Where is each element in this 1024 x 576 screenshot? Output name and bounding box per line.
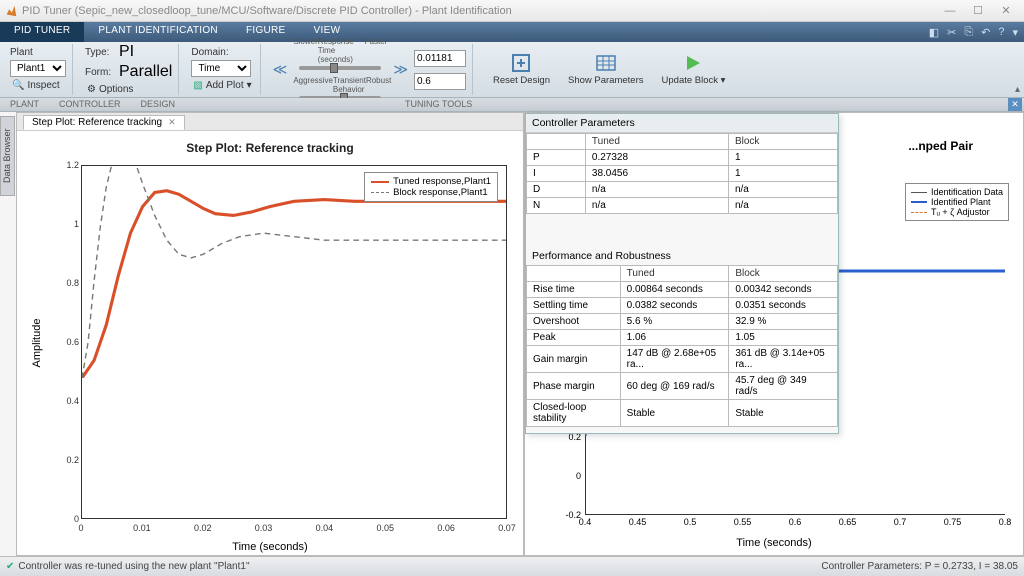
panel-close-icon[interactable]: ✕ [1008, 98, 1022, 111]
rewind-icon[interactable]: ≪ [273, 61, 288, 78]
table-row: Peak1.061.05 [527, 330, 838, 346]
close-button[interactable]: ✕ [992, 4, 1020, 17]
gear-icon: ⚙ [87, 84, 96, 95]
chart-legend: Tuned response,Plant1 Block response,Pla… [364, 172, 498, 202]
undo-icon[interactable]: ↶ [981, 26, 990, 39]
bg-chart-legend: Identification Data Identified Plant Tᵤ … [905, 183, 1009, 221]
response-time-input[interactable] [414, 50, 466, 67]
controller-parameters-panel: Controller Parameters TunedBlock P0.2732… [525, 113, 839, 434]
quick-access-icon[interactable]: ◧ [929, 26, 939, 39]
table-row: Phase margin60 deg @ 169 rad/s45.7 deg @… [527, 373, 838, 400]
table-row: Dn/an/a [527, 182, 838, 198]
table-row: Closed-loop stabilityStableStable [527, 400, 838, 427]
transient-behavior-input[interactable] [414, 73, 466, 90]
options-button[interactable]: ⚙Options [85, 83, 172, 96]
reset-icon [510, 52, 532, 74]
status-message: Controller was re-tuned using the new pl… [18, 561, 249, 572]
table-row: Settling time0.0382 seconds0.0351 second… [527, 298, 838, 314]
step-plot-chart[interactable]: Step Plot: Reference tracking 00.20.40.6… [17, 131, 523, 555]
reset-design-button[interactable]: Reset Design [485, 44, 558, 95]
data-browser-tab[interactable]: Data Browser [0, 116, 15, 196]
minimize-button[interactable]: — [936, 5, 964, 17]
x-axis-label: Time (seconds) [232, 541, 307, 553]
params-table: TunedBlock P0.273281I38.04561Dn/an/aNn/a… [526, 133, 838, 214]
table-row: Overshoot5.6 %32.9 % [527, 314, 838, 330]
table-row: Rise time0.00864 seconds0.00342 seconds [527, 282, 838, 298]
bg-x-axis-label: Time (seconds) [736, 537, 811, 549]
collapse-ribbon-icon[interactable]: ▴ [1015, 84, 1020, 95]
identification-panel: ...nped Pair Identification Data Identif… [524, 112, 1024, 556]
plant-select[interactable]: Plant1 [10, 60, 66, 77]
window-title: PID Tuner (Sepic_new_closedloop_tune/MCU… [22, 5, 936, 17]
update-block-button[interactable]: Update Block ▾ [654, 44, 734, 95]
domain-select[interactable]: Time [191, 60, 251, 77]
table-row: Nn/an/a [527, 198, 838, 214]
status-right: Controller Parameters: P = 0.2733, I = 3… [821, 561, 1018, 572]
show-parameters-button[interactable]: Show Parameters [560, 44, 652, 95]
bg-chart-title: ...nped Pair [908, 139, 973, 153]
params-title: Controller Parameters [526, 114, 838, 133]
matlab-logo-icon [4, 4, 18, 18]
copy-icon[interactable]: ⎘ [964, 26, 973, 39]
cut-icon[interactable]: ✂ [947, 26, 956, 39]
dropdown-icon[interactable]: ▾ [1012, 26, 1018, 39]
form-value: Parallel [119, 63, 172, 81]
type-label: Type: [85, 47, 115, 58]
perf-table: TunedBlock Rise time0.00864 seconds0.003… [526, 265, 838, 427]
chevron-down-icon: ▾ [247, 80, 252, 91]
title-bar: PID Tuner (Sepic_new_closedloop_tune/MCU… [0, 0, 1024, 22]
tab-plant-identification[interactable]: PLANT IDENTIFICATION [84, 22, 232, 42]
ribbon-tabs: PID TUNER PLANT IDENTIFICATION FIGURE VI… [0, 22, 1024, 42]
plant-label: Plant [10, 47, 40, 58]
chart-title: Step Plot: Reference tracking [31, 141, 509, 155]
plot-icon: ▧ [193, 80, 202, 91]
tab-pid-tuner[interactable]: PID TUNER [0, 22, 84, 42]
perf-title: Performance and Robustness [526, 242, 838, 265]
form-label: Form: [85, 67, 115, 78]
table-row: P0.273281 [527, 150, 838, 166]
status-bar: ✔ Controller was re-tuned using the new … [0, 556, 1024, 576]
step-plot-panel: Step Plot: Reference tracking ✕ Step Plo… [16, 112, 524, 556]
ribbon-section-bar: PLANT CONTROLLER DESIGN TUNING TOOLS ✕ [0, 98, 1024, 112]
table-row: Gain margin147 dB @ 2.68e+05 ra...361 dB… [527, 346, 838, 373]
doc-tab-step-plot[interactable]: Step Plot: Reference tracking ✕ [23, 115, 185, 130]
play-icon [682, 52, 704, 74]
chevron-down-icon: ▾ [721, 75, 726, 86]
type-value: PI [119, 43, 134, 61]
table-icon [595, 52, 617, 74]
table-row: I38.04561 [527, 166, 838, 182]
response-time-slider[interactable] [299, 66, 381, 70]
domain-label: Domain: [191, 47, 228, 58]
forward-icon[interactable]: ≫ [393, 61, 408, 78]
close-icon[interactable]: ✕ [168, 117, 176, 128]
ribbon: Plant Plant1 🔍Inspect Type: PI Form: Paral… [0, 42, 1024, 98]
maximize-button[interactable]: ☐ [964, 4, 992, 17]
help-icon[interactable]: ? [998, 26, 1004, 38]
magnifier-icon: 🔍 [12, 80, 24, 91]
add-plot-button[interactable]: ▧Add Plot▾ [191, 79, 253, 92]
inspect-button[interactable]: 🔍Inspect [10, 79, 66, 92]
check-icon: ✔ [6, 561, 14, 572]
y-axis-label: Amplitude [31, 319, 43, 368]
